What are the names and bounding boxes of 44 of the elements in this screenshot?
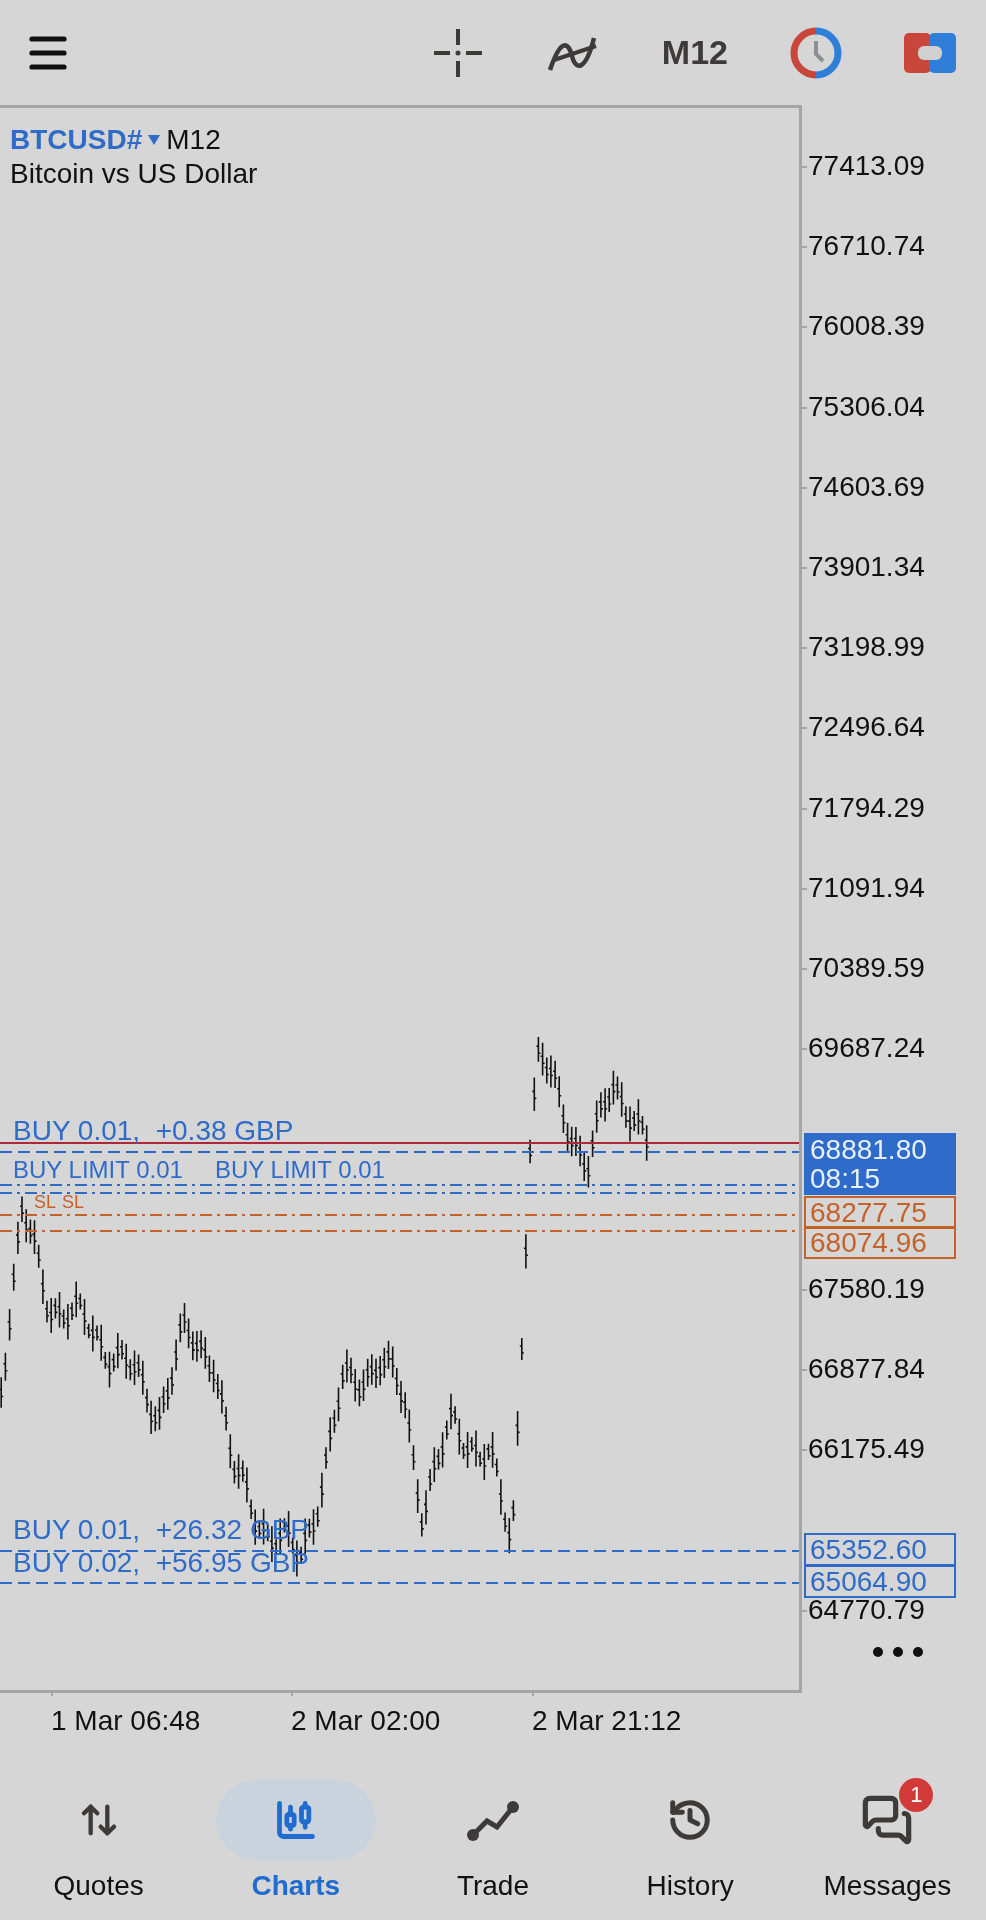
price-label: 73901.34 bbox=[808, 551, 925, 583]
line-chart-icon bbox=[466, 1799, 519, 1841]
price-tag: 65064.90 bbox=[804, 1565, 956, 1598]
time-label: 1 Mar 06:48 bbox=[51, 1705, 201, 1737]
price-label: 75306.04 bbox=[808, 390, 925, 423]
nav-tab[interactable]: Trade bbox=[402, 1780, 583, 1920]
nav-tab[interactable]: History bbox=[600, 1780, 781, 1920]
chart-timeframe: M12 bbox=[166, 124, 221, 156]
price-tag: 65352.60 bbox=[804, 1533, 956, 1566]
notification-badge: 1 bbox=[899, 1778, 934, 1812]
price-label: 70389.59 bbox=[808, 952, 925, 984]
price-label: 66175.49 bbox=[808, 1433, 925, 1466]
price-label: 69687.24 bbox=[808, 1032, 925, 1065]
price-tag: 68277.75 bbox=[804, 1196, 956, 1229]
price-label: 73198.99 bbox=[808, 631, 925, 664]
nav-tab[interactable]: 1 Messages bbox=[797, 1780, 978, 1920]
price-label: 77413.09 bbox=[808, 150, 925, 182]
order-line-label: BUY LIMIT 0.01 bbox=[13, 1156, 183, 1184]
price-label: 76008.39 bbox=[808, 310, 925, 343]
price-label: 66877.84 bbox=[808, 1353, 925, 1385]
toggle-icon[interactable] bbox=[904, 32, 956, 73]
time-label: 2 Mar 02:00 bbox=[291, 1705, 441, 1737]
clock-icon[interactable] bbox=[790, 26, 842, 79]
price-tag: 68881.80 08:15 bbox=[804, 1133, 956, 1195]
price-label: 72496.64 bbox=[808, 711, 925, 744]
symbol-name[interactable]: BTCUSD# bbox=[10, 124, 143, 156]
order-line-label: BUY LIMIT 0.01 bbox=[215, 1156, 385, 1184]
price-label: 76710.74 bbox=[808, 230, 925, 263]
price-label: 74603.69 bbox=[808, 470, 925, 503]
order-line-label: SL bbox=[34, 1191, 57, 1213]
symbol-description: Bitcoin vs US Dollar bbox=[10, 158, 258, 190]
price-tag: 68074.96 bbox=[804, 1226, 956, 1259]
nav-tab[interactable]: Quotes bbox=[8, 1780, 189, 1920]
price-label: 71091.94 bbox=[808, 871, 925, 904]
price-label: 67580.19 bbox=[808, 1272, 925, 1305]
time-label: 2 Mar 21:12 bbox=[532, 1705, 682, 1737]
price-label: 71794.29 bbox=[808, 791, 925, 824]
order-line-label: BUY 0.01, +0.38 GBP bbox=[13, 1115, 294, 1147]
chat-bubbles-icon bbox=[861, 1794, 914, 1846]
timeframe-button[interactable]: M12 bbox=[661, 33, 728, 72]
more-icon[interactable] bbox=[872, 1646, 924, 1658]
crosshair-icon[interactable] bbox=[431, 26, 484, 79]
dropdown-caret-icon[interactable] bbox=[148, 135, 161, 145]
order-line-label: SL bbox=[62, 1191, 85, 1213]
